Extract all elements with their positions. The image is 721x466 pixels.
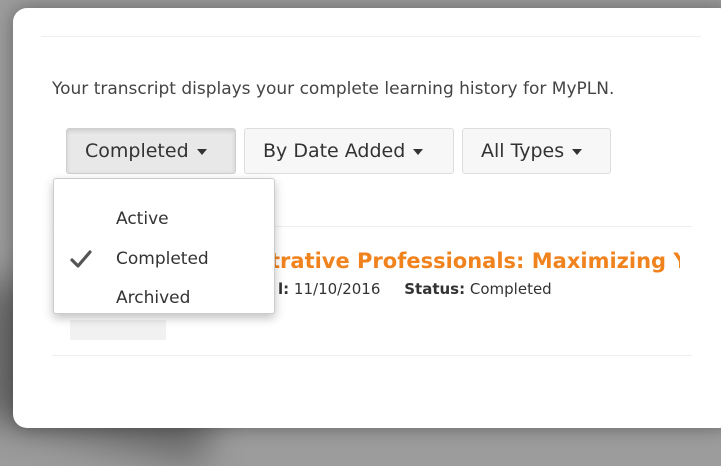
sort-filter-label: By Date Added bbox=[263, 140, 406, 162]
caret-down-icon bbox=[572, 149, 583, 155]
type-filter-label: All Types bbox=[481, 140, 565, 162]
menu-item-active[interactable]: Active bbox=[54, 201, 274, 237]
item-title-link[interactable]: trative Professionals: Maximizing Yo bbox=[270, 249, 680, 273]
date-label: l: bbox=[278, 280, 290, 298]
item-meta: l: 11/10/2016 Status: Completed bbox=[278, 280, 552, 298]
transcript-intro: Your transcript displays your complete l… bbox=[52, 79, 615, 99]
sort-filter-button[interactable]: By Date Added bbox=[244, 128, 454, 174]
caret-down-icon bbox=[196, 149, 207, 155]
type-filter-button[interactable]: All Types bbox=[462, 128, 611, 174]
status-label: Status: bbox=[404, 280, 466, 298]
status-dropdown-menu: Active Completed Archived bbox=[53, 178, 275, 314]
item-date: 11/10/2016 bbox=[293, 280, 381, 298]
item-status: Completed bbox=[469, 280, 552, 298]
menu-item-archived[interactable]: Archived bbox=[54, 280, 274, 316]
check-icon bbox=[70, 250, 92, 268]
divider bbox=[41, 36, 701, 37]
caret-down-icon bbox=[413, 149, 424, 155]
menu-item-label: Archived bbox=[116, 288, 191, 308]
menu-item-label: Active bbox=[116, 209, 169, 229]
item-thumbnail bbox=[70, 320, 166, 340]
menu-item-completed[interactable]: Completed bbox=[54, 241, 274, 277]
status-filter-label: Completed bbox=[85, 140, 189, 162]
status-filter-button[interactable]: Completed bbox=[66, 128, 236, 174]
menu-item-label: Completed bbox=[116, 249, 209, 269]
